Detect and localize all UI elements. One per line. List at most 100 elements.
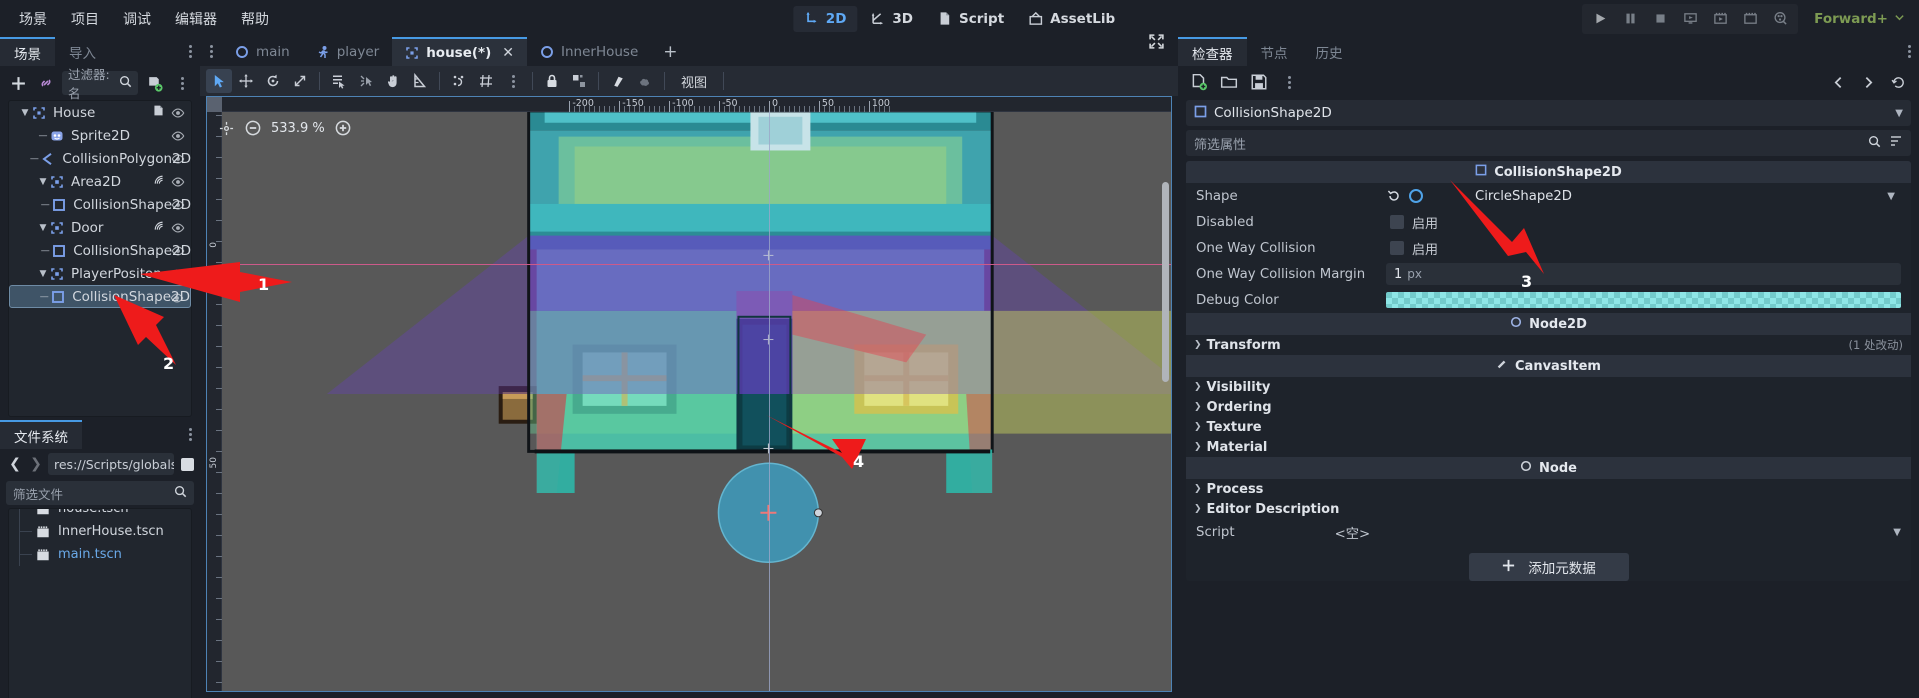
visibility-eye-icon[interactable] (171, 198, 185, 212)
grid-snap[interactable] (473, 69, 499, 93)
scene-tree-more-button[interactable] (170, 71, 194, 95)
rotate-tool[interactable] (260, 69, 286, 93)
scene-tab-main[interactable]: main (222, 37, 303, 66)
bone-icon[interactable] (632, 69, 658, 93)
add-node-button[interactable] (6, 71, 30, 95)
pivot-tool[interactable] (353, 69, 379, 93)
list-select-tool[interactable] (326, 69, 352, 93)
mode-button-3d[interactable]: 3D (859, 6, 924, 32)
inspector-tab-2[interactable]: 历史 (1301, 37, 1357, 66)
back-icon[interactable] (1825, 69, 1851, 95)
property-shape[interactable]: Shape CircleShape2D ▼ (1186, 183, 1911, 209)
expand-icon[interactable] (1146, 31, 1166, 51)
movie-reel-icon[interactable] (1766, 6, 1794, 32)
filesystem-back-button[interactable]: ❮ (6, 454, 24, 474)
filesystem-forward-button[interactable]: ❯ (27, 454, 45, 474)
center-view-icon[interactable] (217, 119, 235, 137)
zoom-level-label[interactable]: 533.9 % (271, 121, 325, 136)
pause-icon[interactable] (1616, 6, 1644, 32)
renderer-selector[interactable]: Forward+ (1808, 7, 1911, 31)
movie-scene-icon[interactable] (1736, 6, 1764, 32)
one-way-collision-margin-input[interactable]: 1 px (1386, 263, 1901, 285)
visibility-eye-icon[interactable] (170, 291, 184, 305)
section-transform[interactable]: ❯ Transform (1 处改动) (1186, 335, 1911, 355)
new-resource-icon[interactable] (1186, 69, 1212, 95)
new-scene-tab-button[interactable]: + (651, 37, 689, 66)
viewport-vertical-scrollbar[interactable] (1162, 182, 1169, 382)
inspector-more-button[interactable] (1276, 69, 1302, 95)
menu-item-3[interactable]: 编辑器 (164, 4, 228, 34)
one-way-collision-checkbox[interactable] (1390, 241, 1404, 255)
mode-button-script[interactable]: Script (926, 6, 1015, 32)
signal-icon[interactable] (152, 219, 165, 236)
visibility-eye-icon[interactable] (171, 267, 185, 281)
revert-icon[interactable] (1386, 189, 1401, 204)
tree-node-area2d-3[interactable]: ▼ Area2D (9, 170, 191, 193)
property-one-way-collision-margin[interactable]: One Way Collision Margin 1 px (1186, 261, 1911, 287)
filesystem-dock-menu-button[interactable] (181, 420, 200, 449)
file-item-0[interactable]: house.tscn (9, 509, 191, 520)
scene-tabbar-menu-button[interactable] (200, 37, 222, 66)
section-texture[interactable]: ❯ Texture (1186, 417, 1911, 437)
mode-button-2d[interactable]: 2D (792, 5, 858, 32)
file-item-2[interactable]: main.tscn (9, 543, 191, 566)
sort-icon[interactable] (1889, 134, 1903, 152)
visibility-eye-icon[interactable] (171, 221, 185, 235)
chevron-down-icon[interactable]: ▼ (19, 107, 31, 119)
chevron-down-icon[interactable]: ▼ (37, 268, 49, 280)
property-disabled[interactable]: Disabled 启用 (1186, 209, 1911, 235)
inspector-tab-1[interactable]: 节点 (1246, 37, 1302, 66)
inspector-dock-menu-button[interactable] (1900, 37, 1919, 66)
zoom-in-button[interactable] (334, 119, 352, 137)
ruler-tool[interactable] (407, 69, 433, 93)
mode-button-assetlib[interactable]: AssetLib (1017, 6, 1126, 32)
scene-instance-icon[interactable] (152, 104, 165, 121)
view-menu-button[interactable]: 视图 (671, 72, 717, 91)
open-resource-icon[interactable] (1216, 69, 1242, 95)
visibility-eye-icon[interactable] (171, 129, 185, 143)
property-script[interactable]: Script <空> ▼ (1186, 519, 1911, 545)
snap-options[interactable] (500, 69, 526, 93)
disabled-checkbox[interactable] (1390, 215, 1404, 229)
tree-node-collisionpolygon2d-2[interactable]: — CollisionPolygon2D (9, 147, 191, 170)
menu-item-0[interactable]: 场景 (8, 4, 58, 34)
play-scene-icon[interactable] (1676, 6, 1704, 32)
play-icon[interactable] (1586, 6, 1614, 32)
history-icon[interactable] (1885, 69, 1911, 95)
scene-tab-player[interactable]: player (302, 37, 393, 66)
section-visibility[interactable]: ❯ Visibility (1186, 377, 1911, 397)
visibility-eye-icon[interactable] (171, 244, 185, 258)
lock-icon[interactable] (539, 69, 565, 93)
debug-color-swatch[interactable] (1386, 292, 1901, 308)
stop-icon[interactable] (1646, 6, 1674, 32)
tree-node-playerpositon-7[interactable]: ▼ PlayerPositon (9, 262, 191, 285)
forward-icon[interactable] (1855, 69, 1881, 95)
ruler-corner[interactable] (207, 97, 222, 112)
menu-item-1[interactable]: 项目 (60, 4, 110, 34)
section-process[interactable]: ❯ Process (1186, 479, 1911, 499)
instance-link-icon[interactable] (34, 71, 58, 95)
add-metadata-button[interactable]: 添加元数据 (1468, 553, 1629, 581)
property-filter-input[interactable]: 筛选属性 (1186, 130, 1911, 156)
inspector-tab-0[interactable]: 检查器 (1178, 37, 1247, 66)
scene-tab-innerhouse[interactable]: InnerHouse (527, 37, 652, 66)
zoom-out-button[interactable] (244, 119, 262, 137)
shape-resource-select[interactable]: CircleShape2D ▼ (1431, 185, 1901, 207)
chevron-down-icon[interactable]: ▼ (37, 222, 49, 234)
horizontal-ruler[interactable]: -200 -150 -100 -50 0 50 100 (207, 97, 1171, 112)
scene-tab-house[interactable]: house(*) ✕ (392, 37, 528, 66)
tree-node-door-5[interactable]: ▼ Door (9, 216, 191, 239)
chevron-down-icon[interactable]: ▼ (37, 176, 49, 188)
visibility-eye-icon[interactable] (171, 175, 185, 189)
menu-item-4[interactable]: 帮助 (230, 4, 280, 34)
property-one-way-collision[interactable]: One Way Collision 启用 (1186, 235, 1911, 261)
scene-dock-menu-button[interactable] (181, 37, 200, 66)
property-debug-color[interactable]: Debug Color (1186, 287, 1911, 313)
tree-node-collisionshape2d-6[interactable]: — CollisionShape2D (9, 239, 191, 262)
scene-dock-tab-1[interactable]: 导入 (55, 37, 110, 66)
filesystem-filter-input[interactable]: 筛选文件 (6, 481, 194, 505)
movie-play-icon[interactable] (1706, 6, 1734, 32)
menu-item-2[interactable]: 调试 (112, 4, 162, 34)
scene-dock-tab-0[interactable]: 场景 (0, 37, 55, 66)
file-item-1[interactable]: InnerHouse.tscn (9, 520, 191, 543)
